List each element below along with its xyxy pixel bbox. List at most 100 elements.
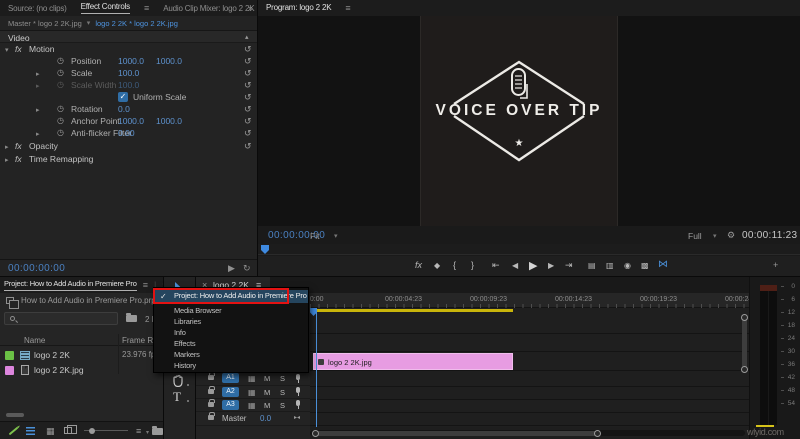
tab-audio-clip-mixer[interactable]: Audio Clip Mixer: logo 2 2K xyxy=(163,4,254,13)
menu-item-markers[interactable]: Markers xyxy=(154,349,308,360)
stopwatch-icon[interactable]: ◷ xyxy=(57,68,64,77)
timeline-clip[interactable]: logo 2 2K.jpg xyxy=(313,353,513,370)
zoom-handle-left[interactable] xyxy=(312,429,319,437)
column-name[interactable]: Name xyxy=(24,336,45,345)
chevron-down-icon[interactable]: ▾ xyxy=(87,19,91,27)
label-color-chip[interactable] xyxy=(5,351,14,360)
chevron-down-icon[interactable]: ▾ xyxy=(334,232,338,240)
solo-button[interactable]: S xyxy=(280,388,285,397)
source-assign-a3-button[interactable]: A3 xyxy=(222,400,239,410)
add-marker-button[interactable]: ◆ xyxy=(434,261,440,270)
zoom-slider-knob[interactable] xyxy=(89,427,95,434)
collapse-arrows-icon[interactable]: ▸◂ xyxy=(294,414,300,421)
sort-icon[interactable]: ≡ xyxy=(136,426,141,436)
new-search-bin-icon[interactable] xyxy=(126,313,137,322)
effect-row-opacity[interactable]: ▸ fx Opacity ↺ xyxy=(0,141,257,153)
reset-icon[interactable]: ↺ xyxy=(244,116,252,127)
anchor-y-value[interactable]: 1000.0 xyxy=(156,116,182,126)
play-button[interactable]: ▶ xyxy=(529,259,537,272)
source-assign-a1-button[interactable]: A1 xyxy=(222,373,239,383)
zoom-scrollbar-thumb[interactable] xyxy=(312,429,601,437)
panel-menu-icon[interactable]: ≡ xyxy=(143,280,148,290)
disclosure-closed-icon[interactable]: ▸ xyxy=(36,106,40,114)
disclosure-closed-icon[interactable]: ▸ xyxy=(36,130,40,138)
menu-item-info[interactable]: Info xyxy=(154,327,308,338)
freeform-view-button[interactable] xyxy=(64,425,77,434)
position-x-value[interactable]: 1000.0 xyxy=(118,56,144,66)
global-fx-mute-button[interactable]: fx xyxy=(415,260,422,270)
settings-wrench-icon[interactable]: ⚙ xyxy=(727,230,735,241)
disclosure-closed-icon[interactable]: ▸ xyxy=(5,143,9,151)
comparison-view-button[interactable]: ▩ xyxy=(641,261,649,270)
go-to-out-button[interactable]: ⇥ xyxy=(565,260,573,271)
lock-icon[interactable] xyxy=(208,412,215,420)
position-y-value[interactable]: 1000.0 xyxy=(156,56,182,66)
ec-timecode[interactable]: 00:00:00:00 xyxy=(8,263,65,274)
chevron-down-icon[interactable]: ▾ xyxy=(713,232,717,240)
lift-button[interactable]: ▤ xyxy=(588,261,596,270)
hand-tool[interactable] xyxy=(172,374,185,387)
stopwatch-icon[interactable]: ◷ xyxy=(57,104,64,113)
zoom-slider[interactable] xyxy=(84,427,128,434)
menu-item-effects[interactable]: Effects xyxy=(154,338,308,349)
track-output-icon[interactable]: ▦ xyxy=(248,401,256,410)
lock-icon[interactable] xyxy=(208,399,215,407)
time-ruler[interactable]: 00:00 00:00:04:23 00:00:09:23 00:00:14:2… xyxy=(310,293,749,308)
export-frame-button[interactable]: ◉ xyxy=(624,261,631,270)
work-area-bar[interactable] xyxy=(313,309,513,312)
step-back-button[interactable]: ◀ xyxy=(512,261,518,270)
search-input[interactable] xyxy=(4,312,118,325)
step-forward-button[interactable]: ▶ xyxy=(548,261,554,270)
track-output-icon[interactable]: ▦ xyxy=(248,374,256,383)
anchor-x-value[interactable]: 1000.0 xyxy=(118,116,144,126)
play-around-icon[interactable]: ▶ xyxy=(228,263,235,274)
lock-icon[interactable] xyxy=(208,386,215,394)
mark-out-button[interactable]: } xyxy=(471,260,474,270)
mark-in-button[interactable]: { xyxy=(453,260,456,270)
effect-row-motion[interactable]: ▾ fx Motion ↺ xyxy=(0,44,257,56)
list-view-button[interactable] xyxy=(26,427,35,435)
anti-flicker-value[interactable]: 0.00 xyxy=(118,128,135,138)
menu-item-history[interactable]: History xyxy=(154,360,308,371)
type-tool[interactable]: T xyxy=(173,389,181,405)
program-seek-bar[interactable] xyxy=(258,244,800,255)
icon-view-button[interactable]: ▦ xyxy=(46,427,55,436)
tab-program[interactable]: Program: logo 2 2K xyxy=(266,3,332,14)
zoom-handle-right[interactable] xyxy=(594,429,601,437)
project-item-sequence[interactable]: logo 2 2K 23.976 fp xyxy=(0,348,163,362)
project-breadcrumb[interactable]: How to Add Audio in Premiere Pro.prproj xyxy=(0,294,163,309)
mute-button[interactable]: M xyxy=(264,401,270,410)
scrollbar-knob[interactable] xyxy=(741,314,748,321)
reset-icon[interactable]: ↺ xyxy=(244,44,252,55)
scrollbar-knob[interactable] xyxy=(741,366,748,373)
mute-button[interactable]: M xyxy=(264,388,270,397)
source-assign-a2-button[interactable]: A2 xyxy=(222,387,239,397)
timeline-lanes[interactable]: 00:00 00:00:04:23 00:00:09:23 00:00:14:2… xyxy=(310,293,749,427)
button-editor-plus-icon[interactable]: + xyxy=(773,260,778,270)
zoom-level-select[interactable]: Fit xyxy=(310,231,319,241)
master-clip-label[interactable]: Master * logo 2 2K.jpg xyxy=(8,19,82,28)
menu-item-libraries[interactable]: Libraries xyxy=(154,316,308,327)
disclosure-closed-icon[interactable]: ▸ xyxy=(36,70,40,78)
playhead-line[interactable] xyxy=(316,308,317,427)
reset-icon[interactable]: ↺ xyxy=(244,92,252,103)
timeline-zoom-scrollbar[interactable] xyxy=(310,429,745,437)
menu-item-media-browser[interactable]: Media Browser xyxy=(154,305,308,316)
chevron-down-icon[interactable]: ▾ xyxy=(146,429,149,436)
playback-resolution-select[interactable]: Full xyxy=(688,231,702,241)
track-output-icon[interactable]: ▦ xyxy=(248,388,256,397)
tab-source[interactable]: Source: (no clips) xyxy=(8,4,67,13)
loop-icon[interactable]: ↻ xyxy=(243,263,251,274)
stopwatch-icon[interactable]: ◷ xyxy=(57,128,64,137)
mute-button[interactable]: M xyxy=(264,374,270,383)
vertical-scrollbar[interactable] xyxy=(741,314,748,373)
extract-button[interactable]: ▥ xyxy=(606,261,614,270)
voiceover-record-mic-icon[interactable] xyxy=(296,387,300,396)
uniform-scale-checkbox[interactable]: ✓ xyxy=(118,92,128,102)
horizontal-scrollbar[interactable] xyxy=(6,413,24,417)
disclosure-open-icon[interactable]: ▾ xyxy=(5,46,9,54)
tab-project[interactable]: Project: How to Add Audio in Premiere Pr… xyxy=(4,279,137,291)
video-section-header[interactable]: Video ▴ xyxy=(0,31,257,43)
reset-icon[interactable]: ↺ xyxy=(244,68,252,79)
reset-icon[interactable]: ↺ xyxy=(244,56,252,67)
